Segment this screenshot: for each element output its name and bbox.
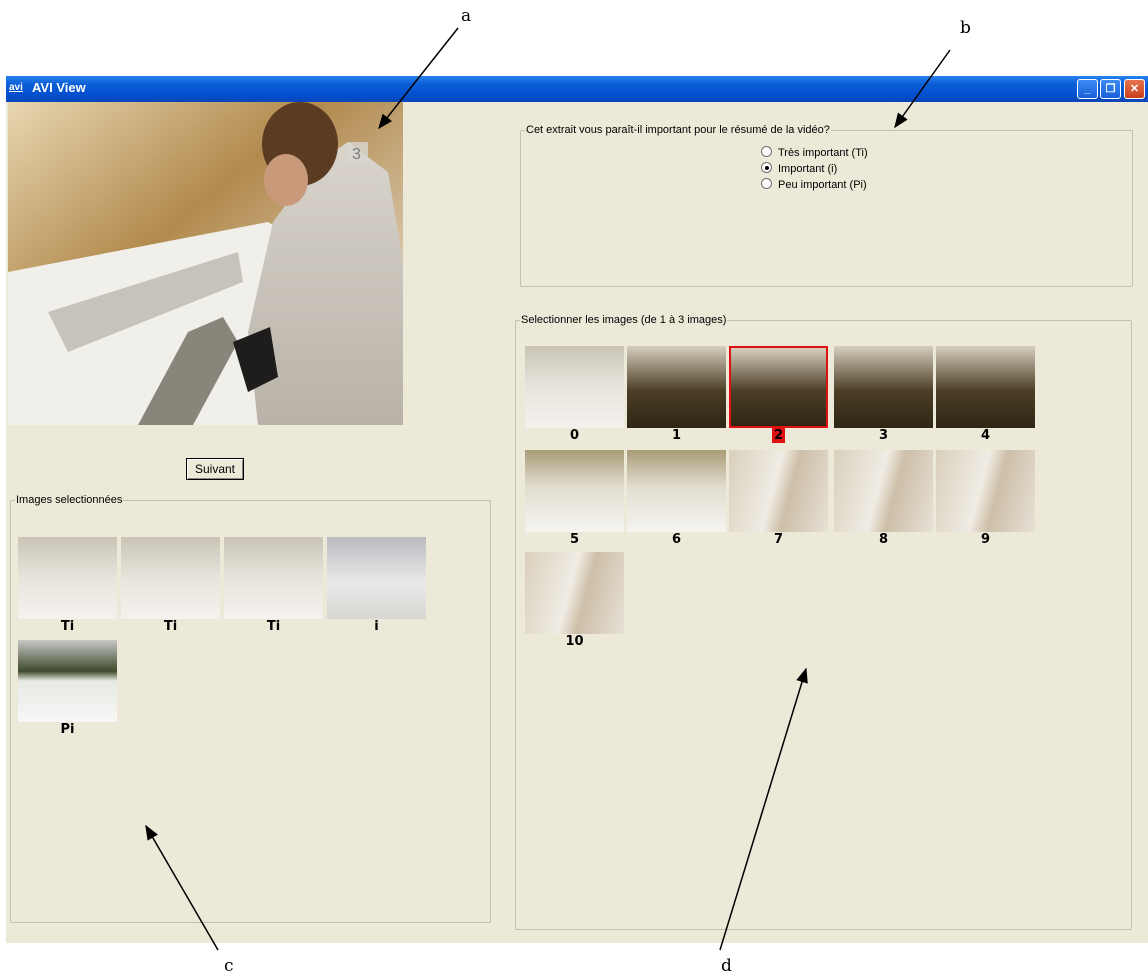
picker-image-label: 1 <box>627 428 726 443</box>
annotation-b: b <box>960 18 971 38</box>
selected-image-label-text: Ti <box>266 619 281 634</box>
picker-image-label: 3 <box>834 428 933 443</box>
picker-image-label: 4 <box>936 428 1035 443</box>
minimize-icon: _ <box>1084 83 1091 95</box>
picker-image-label: 2 <box>729 428 828 443</box>
picker-image-label-text: 5 <box>569 532 580 547</box>
close-icon: ✕ <box>1129 83 1140 95</box>
picker-image-label-text: 3 <box>878 428 889 443</box>
selected-image-label: i <box>327 619 426 634</box>
importance-option-2[interactable]: Peu important (Pi) <box>761 178 867 192</box>
selected-image-label-text: Ti <box>163 619 178 634</box>
video-scene: 3 <box>8 102 403 425</box>
selected-image-thumbnail[interactable] <box>18 537 117 619</box>
annotation-d: d <box>721 956 732 976</box>
selected-image-thumbnail[interactable] <box>18 640 117 722</box>
avi-view-window: avi AVI View _ ❐ ✕ 3 Suivant Images sele… <box>6 76 1148 943</box>
picker-image-thumbnail[interactable] <box>729 346 828 428</box>
picker-image-label-text: 9 <box>980 532 991 547</box>
picker-image-thumbnail[interactable] <box>936 450 1035 532</box>
selected-image-label: Ti <box>224 619 323 634</box>
selected-image-label: Pi <box>18 722 117 737</box>
picker-image-label: 6 <box>627 532 726 547</box>
close-button[interactable]: ✕ <box>1124 79 1145 99</box>
picker-image-thumbnail[interactable] <box>627 450 726 532</box>
picker-image-thumbnail[interactable] <box>834 450 933 532</box>
picker-image-thumbnail[interactable] <box>729 450 828 532</box>
annotation-a: a <box>461 6 472 26</box>
picker-image-label: 9 <box>936 532 1035 547</box>
picker-image-label-text: 6 <box>671 532 682 547</box>
window-title: AVI View <box>32 80 86 95</box>
picker-image-label: 10 <box>525 634 624 649</box>
picker-image-label: 5 <box>525 532 624 547</box>
importance-option-label: Peu important (Pi) <box>778 179 867 191</box>
picker-image-label: 8 <box>834 532 933 547</box>
picker-image-thumbnail[interactable] <box>834 346 933 428</box>
picker-image-label-text: 10 <box>565 634 584 649</box>
picker-image-label-text: 1 <box>671 428 682 443</box>
picker-image-thumbnail[interactable] <box>627 346 726 428</box>
importance-question-legend: Cet extrait vous paraît-il important pou… <box>526 124 830 136</box>
selected-image-thumbnail[interactable] <box>224 537 323 619</box>
picker-image-thumbnail[interactable] <box>525 552 624 634</box>
app-icon: avi <box>9 82 23 93</box>
picker-image-label-text: 7 <box>773 532 784 547</box>
channel-badge: 3 <box>352 146 361 163</box>
picker-image-label-text: 4 <box>980 428 991 443</box>
selected-image-label: Ti <box>18 619 117 634</box>
importance-option-0[interactable]: Très important (Ti) <box>761 146 868 160</box>
video-frame: 3 <box>8 102 403 425</box>
radio-button-icon[interactable] <box>761 178 772 189</box>
picker-image-label-text: 8 <box>878 532 889 547</box>
picker-image-label-text: 2 <box>771 428 786 443</box>
picker-image-thumbnail[interactable] <box>525 346 624 428</box>
title-bar[interactable]: avi AVI View _ ❐ ✕ <box>6 76 1148 102</box>
annotation-c: c <box>224 956 234 976</box>
selected-image-thumbnail[interactable] <box>327 537 426 619</box>
picker-image-label-text: 0 <box>569 428 580 443</box>
selected-images-legend: Images selectionnées <box>16 494 123 506</box>
selected-image-label-text: i <box>374 619 379 634</box>
selected-image-label-text: Ti <box>60 619 75 634</box>
next-button[interactable]: Suivant <box>186 458 244 480</box>
minimize-button[interactable]: _ <box>1077 79 1098 99</box>
picker-image-thumbnail[interactable] <box>525 450 624 532</box>
selected-image-label: Ti <box>121 619 220 634</box>
restore-icon: ❐ <box>1105 83 1116 95</box>
radio-button-icon[interactable] <box>761 162 772 173</box>
selected-image-label-text: Pi <box>60 722 75 737</box>
radio-button-icon[interactable] <box>761 146 772 157</box>
picker-image-label: 0 <box>525 428 624 443</box>
importance-option-label: Important (i) <box>778 163 838 175</box>
importance-option-label: Très important (Ti) <box>778 147 868 159</box>
restore-button[interactable]: ❐ <box>1100 79 1121 99</box>
picker-image-thumbnail[interactable] <box>936 346 1035 428</box>
image-picker-legend: Selectionner les images (de 1 à 3 images… <box>521 314 727 326</box>
picker-image-label: 7 <box>729 532 828 547</box>
importance-option-1[interactable]: Important (i) <box>761 162 837 176</box>
selected-image-thumbnail[interactable] <box>121 537 220 619</box>
